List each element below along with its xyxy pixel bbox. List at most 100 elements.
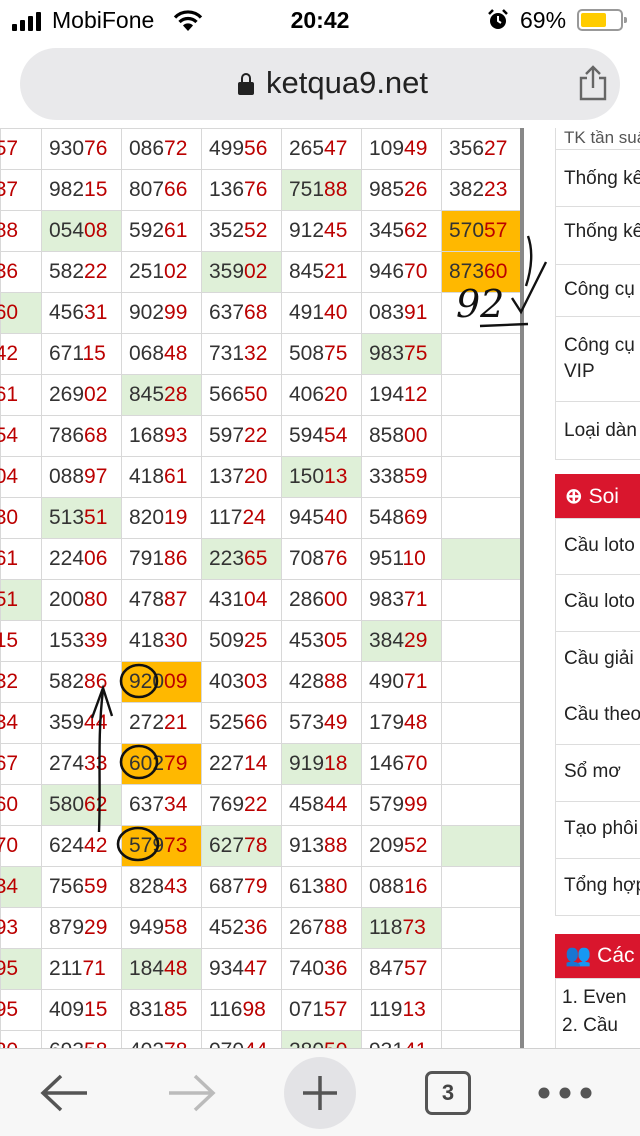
table-cell: 59454 [281,415,362,457]
cell-tail-digits: 95 [0,998,19,1021]
more-dots-icon [538,1087,592,1099]
cell-tail-digits: 16 [404,875,428,898]
lock-icon [238,73,254,95]
cell-tail-digits: 56 [244,137,268,160]
cell-value: 442 [0,342,18,366]
cell-tail-digits: 48 [164,342,188,365]
sidebar-item[interactable]: Tạo phôi [555,802,640,859]
sidebar-item-label: Cầu theo [564,704,640,725]
sidebar-item[interactable]: Cầu theo [555,688,640,745]
back-button[interactable] [30,1049,100,1136]
table-cell: 84521 [281,251,362,293]
cell-value: 79186 [129,547,188,570]
share-icon[interactable] [576,64,610,102]
cell-tail-digits: 34 [0,875,19,898]
cell-tail-digits: 76 [84,137,108,160]
table-cell [441,825,522,867]
table-cell: 84528 [121,374,202,416]
cell-value: 35944 [49,711,108,734]
cell-value: 20952 [369,834,428,857]
cell-value: 41830 [129,629,188,652]
table-cell [441,620,522,662]
cell-value: 57973 [129,834,188,857]
cell-tail-digits: 26 [404,178,428,201]
cell-value: 98375 [369,342,428,365]
table-row: 561 26902 84528 56650 40620 19412 [0,374,522,416]
cell-tail-digits: 78 [164,1039,187,1048]
more-button[interactable] [530,1049,600,1136]
cell-tail-digits: 61 [164,219,188,242]
table-cell: 59261 [121,210,202,252]
sidebar-item[interactable]: Công cụ VIP [555,317,640,402]
cell-value: 28600 [289,588,348,611]
table-cell: 16893 [121,415,202,457]
cell-tail-digits: 72 [164,137,188,160]
table-cell: 94540 [281,497,362,539]
cell-tail-digits: 49 [404,137,428,160]
table-cell: 68779 [201,866,282,908]
table-cell: 38223 [441,169,522,211]
sidebar-item[interactable]: Tổng hợp [555,859,640,916]
new-tab-button[interactable] [284,1049,356,1136]
sidebar-item[interactable]: TK tần suất [555,128,640,150]
cell-tail-digits: 70 [404,752,428,775]
address-bar[interactable]: ketqua9.net [20,48,620,120]
sidebar-item[interactable]: Thống kê [555,150,640,207]
table-cell: 45305 [281,620,362,662]
table-cell: 56650 [201,374,282,416]
sidebar-item[interactable]: Sổ mơ [555,745,640,802]
cell-value: 13720 [209,465,268,488]
cell-tail-digits: 68 [84,424,108,447]
cell-value: 45631 [49,301,108,324]
sidebar-item[interactable]: Cầu loto [555,575,640,632]
tabs-button[interactable]: 3 [420,1049,476,1136]
sidebar-item[interactable]: Cầu loto [555,518,640,575]
table-row: 260 45631 90299 63768 49140 08391 [0,292,522,334]
cell-value: 15013 [289,465,348,488]
list-item[interactable]: 2. Cầu [562,1015,640,1043]
table-cell [441,579,522,621]
table-cell: 357 [0,128,42,170]
sidebar-item[interactable]: Loại dàn [555,402,640,460]
table-row: 936 58222 25102 35902 84521 94670 87360 [0,251,522,293]
table-cell: 437 [0,169,42,211]
cell-tail-digits: 71 [404,670,428,693]
cell-value: 34562 [369,219,428,242]
table-cell [441,456,522,498]
list-item[interactable]: 1. Even [562,987,640,1015]
cell-value: 85800 [369,424,428,447]
sidebar-item[interactable]: Công cụ [555,265,640,317]
table-cell: 45844 [281,784,362,826]
cell-value: 13676 [209,178,268,201]
cell-value: 08391 [369,301,428,324]
table-cell: 11873 [361,907,442,949]
cell-value: 534 [0,711,18,735]
table-cell: 90299 [121,292,202,334]
table-cell: 361 [0,538,42,580]
cell-value: 27221 [129,711,188,734]
table-cell: 52566 [201,702,282,744]
cell-value: 21171 [49,957,106,980]
table-cell: 76922 [201,784,282,826]
table-cell: 260 [0,292,42,334]
table-cell: 370 [0,825,42,867]
cell-tail-digits: 54 [0,424,19,447]
table-cell: 80766 [121,169,202,211]
cell-value: 75188 [289,178,348,201]
cell-value: 83185 [129,998,188,1021]
cell-tail-digits: 58 [164,916,188,939]
cell-tail-digits: 21 [324,260,348,283]
table-cell [441,333,522,375]
sidebar-item[interactable]: Thống kê [555,207,640,265]
cell-value: 57057 [449,219,508,242]
table-cell: 63768 [201,292,282,334]
forward-button[interactable] [156,1049,226,1136]
table-cell: 195 [0,948,42,990]
sidebar-item[interactable]: Cầu giải [555,632,640,689]
cell-tail-digits: 62 [404,219,428,242]
table-cell [441,907,522,949]
cell-value: 354 [0,424,18,448]
cac-section-header: 👥 Các [555,934,640,978]
table-cell: 35252 [201,210,282,252]
cell-tail-digits: 59 [84,875,108,898]
